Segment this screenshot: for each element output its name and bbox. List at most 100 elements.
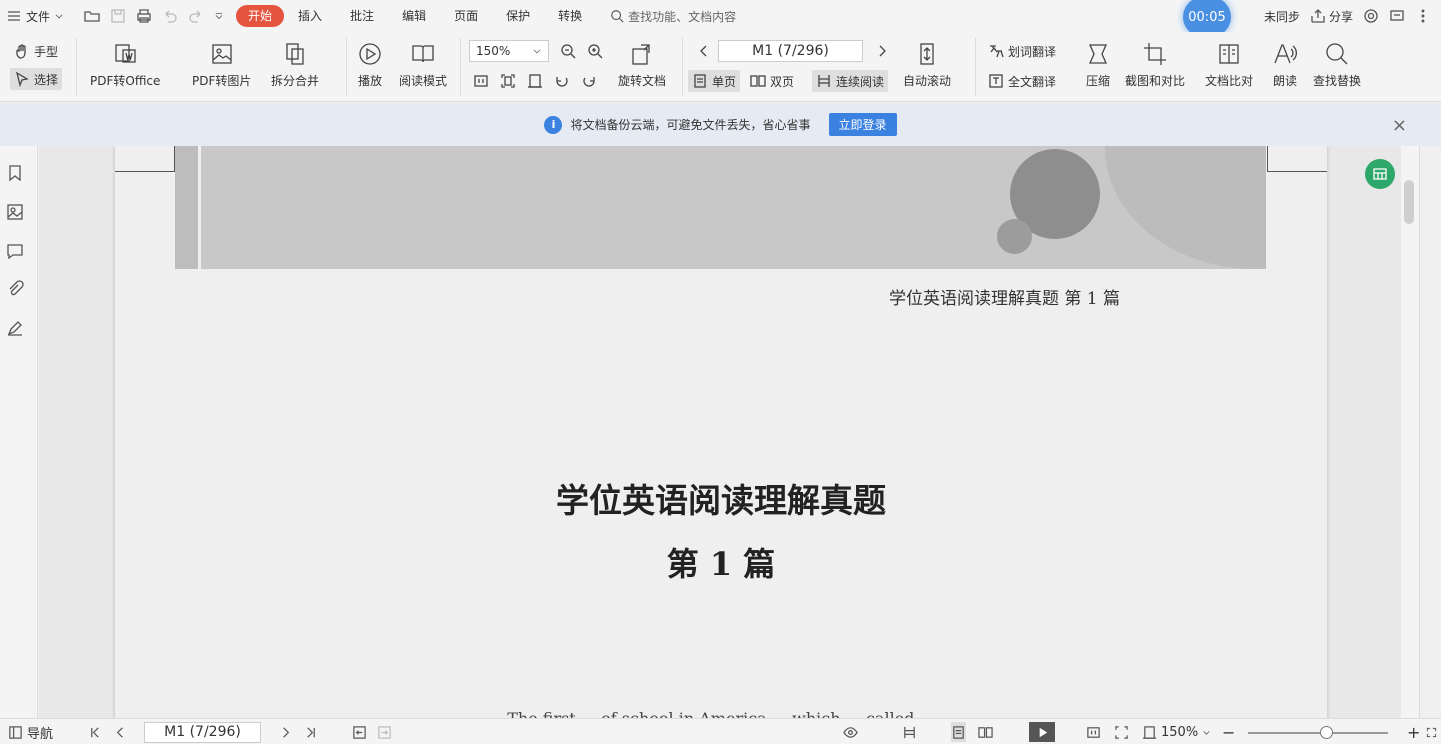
zoom-out-button[interactable]: [556, 40, 580, 62]
play-slideshow-button[interactable]: [1029, 722, 1055, 742]
continuous-view-button[interactable]: [902, 722, 917, 742]
rotate-document-label: 旋转文档: [618, 74, 667, 88]
pdf-to-image-icon: [208, 40, 236, 68]
tab-insert[interactable]: 插入: [284, 5, 336, 27]
tab-page[interactable]: 页面: [440, 5, 492, 27]
zoom-select[interactable]: 150%: [469, 40, 549, 62]
eye-protection-button[interactable]: [843, 722, 858, 742]
pdf-to-office-button[interactable]: PDF转Office: [90, 40, 160, 89]
share-button[interactable]: 分享: [1310, 8, 1353, 25]
search-icon: [610, 8, 624, 24]
title-bar: 文件 开始 插入 批注 编辑 页面 保护 转换 查找功能、文档内容 00:05 …: [0, 0, 1441, 37]
compress-button[interactable]: 压缩: [1084, 40, 1112, 89]
comment-icon[interactable]: [6, 242, 24, 260]
auto-scroll-button[interactable]: 自动滚动: [903, 40, 951, 89]
tab-convert[interactable]: 转换: [544, 5, 596, 27]
actual-size-icon: [1087, 726, 1100, 738]
hamburger-icon: [6, 8, 22, 24]
tab-annotate[interactable]: 批注: [336, 5, 388, 27]
double-page-button[interactable]: 双页: [746, 70, 798, 92]
vertical-scrollbar[interactable]: [1401, 146, 1419, 718]
document-canvas[interactable]: 学位英语阅读理解真题 第 1 篇 学位英语阅读理解真题 第 1 篇 The fi…: [39, 146, 1401, 718]
save-icon[interactable]: [110, 8, 126, 24]
read-aloud-button[interactable]: 朗读: [1271, 40, 1299, 89]
tab-edit[interactable]: 编辑: [388, 5, 440, 27]
fit-width-button[interactable]: [523, 70, 547, 92]
next-page-button[interactable]: [870, 40, 894, 62]
document-compare-button[interactable]: 文档比对: [1205, 40, 1253, 89]
close-icon[interactable]: ×: [1392, 115, 1407, 136]
find-replace-label: 查找替换: [1313, 74, 1362, 88]
page-number-input[interactable]: M1 (7/296): [718, 40, 863, 62]
chevron-down-icon: [533, 49, 541, 54]
body-text: The first ... of school in America ... w…: [115, 709, 1327, 718]
sync-status[interactable]: 未同步: [1264, 8, 1300, 25]
prev-page-button[interactable]: [692, 40, 716, 62]
scroll-thumb[interactable]: [1404, 180, 1414, 224]
quick-access-dropdown-icon[interactable]: [214, 8, 224, 24]
thumbnail-icon[interactable]: [6, 203, 24, 221]
read-mode-button[interactable]: 阅读模式: [399, 40, 447, 89]
fullscreen-button[interactable]: [1426, 722, 1437, 742]
eye-icon: [843, 726, 858, 738]
crop-mark: [115, 146, 175, 172]
translate-icon: [990, 45, 1004, 58]
pdf-to-image-label: PDF转图片: [192, 74, 252, 88]
undo-icon[interactable]: [162, 8, 178, 24]
split-merge-button[interactable]: 拆分合并: [271, 40, 319, 89]
zoom-out-button[interactable]: −: [1222, 722, 1235, 742]
select-tool-button[interactable]: 选择: [10, 68, 63, 90]
more-icon[interactable]: [1415, 8, 1431, 24]
chevron-left-icon: [700, 45, 707, 57]
actual-size-button[interactable]: [469, 70, 493, 92]
redo-icon[interactable]: [188, 8, 204, 24]
actual-size-button[interactable]: [1086, 722, 1101, 742]
find-replace-button[interactable]: 查找替换: [1313, 40, 1361, 89]
rotate-right-button[interactable]: [577, 70, 601, 92]
full-translate-button[interactable]: 全文翻译: [984, 70, 1060, 92]
single-view-button[interactable]: [951, 722, 966, 742]
first-page-button[interactable]: [88, 722, 103, 742]
attachment-icon[interactable]: [6, 280, 24, 298]
zoom-slider[interactable]: [1248, 726, 1388, 739]
feature-search[interactable]: 查找功能、文档内容: [610, 8, 736, 25]
rotate-document-button[interactable]: 旋转文档: [618, 40, 666, 89]
tab-protect[interactable]: 保护: [492, 5, 544, 27]
rotate-left-button[interactable]: [550, 70, 574, 92]
zoom-in-button[interactable]: [583, 40, 607, 62]
pdf-to-image-button[interactable]: PDF转图片: [192, 40, 251, 89]
continuous-reading-button[interactable]: 连续阅读: [812, 70, 889, 92]
prev-page-button[interactable]: [113, 722, 128, 742]
bookmark-icon[interactable]: [6, 164, 24, 182]
word-translate-button[interactable]: 划词翻译: [984, 40, 1060, 62]
file-menu[interactable]: 文件: [0, 4, 70, 28]
zoom-slider-knob[interactable]: [1320, 726, 1334, 739]
navigation-toggle[interactable]: 导航: [8, 722, 53, 742]
single-page-button[interactable]: 单页: [688, 70, 741, 92]
play-button[interactable]: 播放: [356, 40, 384, 89]
open-folder-icon[interactable]: [84, 8, 100, 24]
table-tool-button[interactable]: [1365, 159, 1395, 189]
last-page-button[interactable]: [303, 722, 318, 742]
status-page-input[interactable]: M1 (7/296): [144, 722, 261, 743]
auto-scroll-icon: [913, 40, 941, 68]
screenshot-compare-button[interactable]: 截图和对比: [1125, 40, 1185, 89]
tab-start[interactable]: 开始: [236, 5, 285, 27]
compare-label: 文档比对: [1205, 74, 1254, 88]
signature-icon[interactable]: [6, 319, 24, 337]
message-icon[interactable]: [1389, 8, 1405, 24]
hand-tool-button[interactable]: 手型: [10, 40, 62, 62]
pdf-reader-window: 文件 开始 插入 批注 编辑 页面 保护 转换 查找功能、文档内容 00:05 …: [0, 0, 1441, 744]
gear-icon[interactable]: [1363, 8, 1379, 24]
forward-button[interactable]: [377, 722, 392, 742]
login-button[interactable]: 立即登录: [828, 113, 897, 136]
double-view-button[interactable]: [978, 722, 993, 742]
back-button[interactable]: [352, 722, 367, 742]
zoom-in-button[interactable]: +: [1407, 722, 1420, 742]
fit-page-icon: [501, 74, 515, 88]
fit-page-button[interactable]: [496, 70, 520, 92]
next-page-button[interactable]: [278, 722, 293, 742]
print-icon[interactable]: [136, 8, 152, 24]
fit-page-button[interactable]: [1114, 722, 1129, 742]
zoom-dropdown[interactable]: 150%: [1142, 722, 1211, 742]
